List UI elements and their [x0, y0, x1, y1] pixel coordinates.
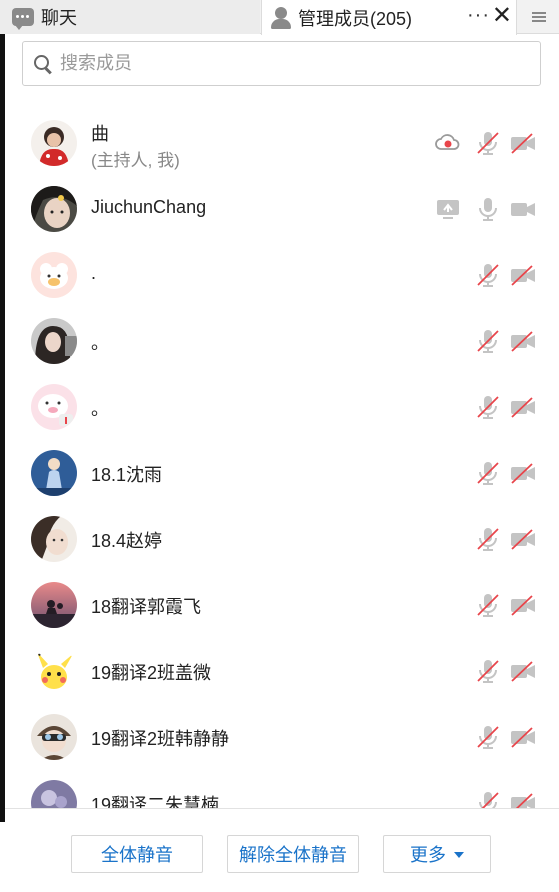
mic-muted-icon[interactable] — [475, 592, 501, 618]
avatar — [31, 648, 77, 694]
member-name: 19翻译二朱慧楠 — [91, 795, 220, 808]
camera-off-icon[interactable] — [510, 592, 536, 618]
mic-muted-icon[interactable] — [475, 526, 501, 552]
member-row[interactable]: 。 — [5, 308, 559, 374]
member-row[interactable]: 19翻译2班韩静静 — [5, 704, 559, 770]
screen-share-icon[interactable] — [435, 196, 461, 222]
member-search-box[interactable] — [22, 41, 541, 86]
member-name: 18.4赵婷 — [91, 531, 163, 551]
member-name: JiuchunChang — [91, 197, 207, 217]
avatar — [31, 582, 77, 628]
member-role: (主持人, 我) — [91, 151, 180, 170]
avatar — [31, 186, 77, 232]
avatar — [31, 450, 77, 496]
person-icon — [270, 6, 292, 30]
footer-divider — [5, 808, 559, 809]
member-row[interactable]: 19翻译2班盖微 — [5, 638, 559, 704]
mic-muted-icon[interactable] — [475, 328, 501, 354]
camera-off-icon[interactable] — [510, 130, 536, 156]
chat-bubble-icon — [12, 8, 34, 30]
member-row[interactable]: . — [5, 242, 559, 308]
mic-muted-icon[interactable] — [475, 724, 501, 750]
member-row[interactable]: 19翻译二朱慧楠 — [5, 770, 559, 808]
member-list[interactable]: 曲 (主持人, 我) JiuchunChang.。。 18.1沈雨 18.4赵婷 18翻译… — [5, 110, 559, 808]
mic-muted-icon[interactable] — [475, 394, 501, 420]
mic-muted-icon[interactable] — [475, 130, 501, 156]
more-button[interactable]: 更多 — [383, 835, 491, 873]
avatar — [31, 516, 77, 562]
member-row[interactable]: 18翻译郭霞飞 — [5, 572, 559, 638]
hamburger-menu-icon[interactable] — [519, 0, 559, 34]
mic-muted-icon[interactable] — [475, 658, 501, 684]
avatar — [31, 318, 77, 364]
cloud-record-icon[interactable] — [435, 130, 461, 156]
camera-off-icon[interactable] — [510, 658, 536, 684]
member-name: 19翻译2班韩静静 — [91, 729, 230, 749]
camera-off-icon[interactable] — [510, 790, 536, 808]
member-name: 。 — [91, 333, 109, 353]
unmute-all-button[interactable]: 解除全体静音 — [227, 835, 359, 873]
mic-muted-icon[interactable] — [475, 790, 501, 808]
search-icon — [33, 54, 52, 73]
mute-all-button[interactable]: 全体静音 — [71, 835, 203, 873]
search-input[interactable] — [60, 53, 500, 74]
tab-chat[interactable]: 聊天 — [0, 0, 260, 34]
caret-down-icon — [454, 852, 464, 858]
mic-muted-icon[interactable] — [475, 460, 501, 486]
tab-chat-label: 聊天 — [41, 8, 77, 28]
tab-members-label: 管理成员(205) — [298, 8, 413, 29]
member-name: 18翻译郭霞飞 — [91, 597, 202, 617]
member-row[interactable]: 18.1沈雨 — [5, 440, 559, 506]
member-row[interactable]: 。 — [5, 374, 559, 440]
avatar — [31, 714, 77, 760]
tab-bar: 聊天 管理成员(205) ··· ✕ — [0, 0, 559, 35]
member-name: 18.1沈雨 — [91, 465, 163, 485]
mic-icon[interactable] — [475, 196, 501, 222]
camera-off-icon[interactable] — [510, 328, 536, 354]
camera-off-icon[interactable] — [510, 526, 536, 552]
avatar — [31, 120, 77, 166]
camera-off-icon[interactable] — [510, 262, 536, 288]
camera-off-icon[interactable] — [510, 460, 536, 486]
avatar — [31, 384, 77, 430]
member-name: 。 — [91, 399, 109, 419]
mute-all-label: 全体静音 — [101, 845, 173, 865]
member-row[interactable]: JiuchunChang — [5, 176, 559, 242]
more-label: 更多 — [410, 845, 446, 865]
member-name: 19翻译2班盖微 — [91, 663, 212, 683]
camera-off-icon[interactable] — [510, 394, 536, 420]
member-name: . — [91, 263, 97, 283]
close-icon[interactable]: ✕ — [492, 2, 512, 30]
member-row[interactable]: 曲 (主持人, 我) — [5, 110, 559, 176]
camera-off-icon[interactable] — [510, 724, 536, 750]
more-options-icon[interactable]: ··· — [467, 4, 490, 27]
member-name: 曲 — [91, 124, 109, 144]
mic-muted-icon[interactable] — [475, 262, 501, 288]
unmute-all-label: 解除全体静音 — [239, 845, 347, 865]
camera-icon[interactable] — [510, 196, 536, 222]
avatar — [31, 780, 77, 808]
member-row[interactable]: 18.4赵婷 — [5, 506, 559, 572]
avatar — [31, 252, 77, 298]
tab-manage-members[interactable]: 管理成员(205) ··· ✕ — [261, 0, 517, 35]
